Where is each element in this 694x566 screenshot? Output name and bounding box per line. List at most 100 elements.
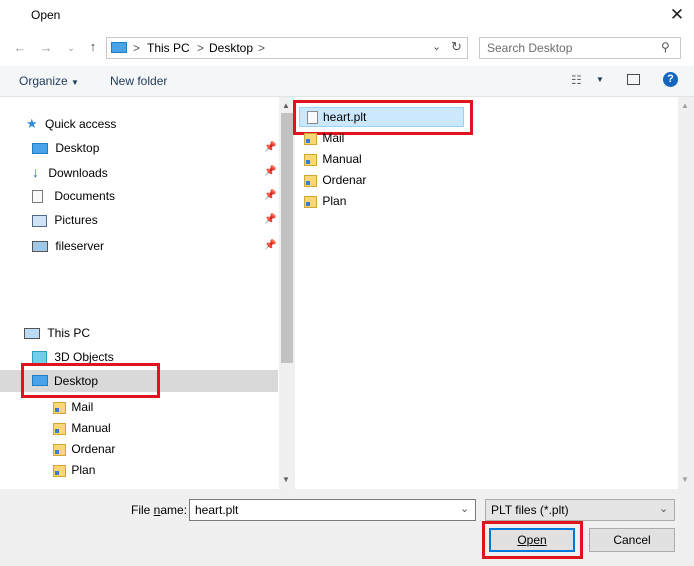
folder-icon <box>53 464 66 477</box>
tree-item-label: Ordenar <box>71 442 116 456</box>
tree-item-mail[interactable]: Mail <box>53 396 93 418</box>
sidebar-item-desktop[interactable]: Desktop 📌 <box>32 137 278 159</box>
view-dropdown-icon[interactable]: ▼ <box>596 75 604 84</box>
scroll-up-icon[interactable]: ▲ <box>681 101 689 110</box>
help-icon[interactable]: ? <box>663 72 678 87</box>
recent-locations-chevron-icon[interactable]: ⌄ <box>63 39 79 57</box>
search-input[interactable]: Search Desktop <box>487 41 572 55</box>
tree-item-label: Plan <box>71 463 96 477</box>
dialog-footer: File name: heart.plt ⌄ PLT files (*.plt)… <box>0 489 694 566</box>
scroll-up-icon[interactable]: ▲ <box>282 101 290 110</box>
this-pc-icon <box>111 42 127 53</box>
up-arrow-icon[interactable]: ↑ <box>85 38 101 56</box>
pin-icon[interactable]: 📌 <box>264 137 276 159</box>
tree-item-label: Manual <box>71 421 111 435</box>
pin-icon[interactable]: 📌 <box>264 209 276 231</box>
documents-icon <box>32 190 43 204</box>
scrollbar-thumb[interactable] <box>281 113 293 363</box>
file-name-label-suffix: ame: <box>160 503 188 517</box>
file-item-manual[interactable]: Manual <box>304 148 362 170</box>
sidebar-item-pictures[interactable]: Pictures 📌 <box>32 209 278 231</box>
file-list-scrollbar[interactable]: ▲ ▼ <box>678 97 694 489</box>
tree-item-manual[interactable]: Manual <box>53 417 111 439</box>
star-icon: ★ <box>26 116 38 131</box>
breadcrumb-this-pc[interactable]: This PC <box>147 41 190 55</box>
this-pc-icon <box>24 328 40 340</box>
navigation-scrollbar[interactable]: ▲ ▼ <box>279 97 295 489</box>
highlight-box-open <box>482 521 583 559</box>
window-title: Open <box>31 8 61 22</box>
file-type-dropdown-icon[interactable]: ⌄ <box>659 502 668 515</box>
network-drive-icon <box>32 241 48 253</box>
tree-item-plan[interactable]: Plan <box>53 459 95 481</box>
address-dropdown-icon[interactable]: ⌄ <box>432 40 441 53</box>
organize-button[interactable]: Organize ▼ <box>19 74 79 88</box>
sidebar-item-label: This PC <box>47 326 91 340</box>
scroll-down-icon[interactable]: ▼ <box>681 475 689 484</box>
download-icon: ↓ <box>32 164 39 180</box>
file-name-dropdown-icon[interactable]: ⌄ <box>460 502 469 515</box>
chevron-down-icon: ▼ <box>71 78 79 87</box>
sidebar-item-label: Downloads <box>48 166 108 180</box>
pictures-icon <box>32 214 47 227</box>
sidebar-item-label: Documents <box>54 189 116 203</box>
tree-item-ordenar[interactable]: Ordenar <box>53 438 115 460</box>
sidebar-item-downloads[interactable]: ↓ Downloads 📌 <box>32 161 278 183</box>
new-folder-button[interactable]: New folder <box>110 74 167 88</box>
sidebar-item-label: fileserver <box>55 239 105 253</box>
breadcrumb-separator: > <box>197 41 205 55</box>
view-options-icon[interactable]: ☷ <box>571 73 582 87</box>
file-list: heart.plt Mail Manual Ordenar Plan <box>293 97 678 489</box>
organize-label: Organize <box>19 74 68 88</box>
folder-icon <box>53 401 66 414</box>
sidebar-item-documents[interactable]: Documents 📌 <box>32 185 278 207</box>
pin-icon[interactable]: 📌 <box>264 161 276 183</box>
file-name-input[interactable]: heart.plt ⌄ <box>189 499 476 521</box>
back-arrow-icon[interactable]: ← <box>12 39 28 57</box>
breadcrumb-desktop[interactable]: Desktop <box>209 41 253 55</box>
sidebar-item-label: Pictures <box>54 213 98 227</box>
file-name-label-prefix: File <box>131 503 154 517</box>
sidebar-item-fileserver[interactable]: fileserver 📌 <box>32 235 278 257</box>
sidebar-item-this-pc[interactable]: This PC <box>24 322 90 344</box>
highlight-box-desktop <box>21 363 160 398</box>
tree-item-label: Mail <box>71 400 94 414</box>
close-icon[interactable]: ✕ <box>666 4 688 26</box>
file-type-select[interactable]: PLT files (*.plt) ⌄ <box>485 499 675 521</box>
file-item-plan[interactable]: Plan <box>304 190 346 212</box>
desktop-icon <box>32 143 48 155</box>
pin-icon[interactable]: 📌 <box>264 235 276 257</box>
file-type-value: PLT files (*.plt) <box>491 503 569 517</box>
file-name-label: File name: <box>131 503 187 517</box>
sidebar-item-label: 3D Objects <box>54 350 114 364</box>
folder-icon <box>304 174 317 187</box>
folder-icon <box>53 422 66 435</box>
file-item-mail[interactable]: Mail <box>304 127 344 149</box>
file-name: Ordenar <box>322 173 367 187</box>
quick-access-item[interactable]: ★ Quick access <box>26 113 116 135</box>
breadcrumb-separator: > <box>258 41 266 55</box>
title-bar: Open ✕ <box>0 0 694 31</box>
preview-pane-icon[interactable] <box>627 74 640 85</box>
file-name: Manual <box>322 152 362 166</box>
cancel-button[interactable]: Cancel <box>589 528 675 552</box>
command-bar: Organize ▼ New folder ☷ ▼ ? <box>0 66 694 97</box>
folder-icon <box>304 153 317 166</box>
file-name-value: heart.plt <box>195 503 239 517</box>
sidebar-item-label: Desktop <box>55 141 100 155</box>
scroll-down-icon[interactable]: ▼ <box>282 475 290 484</box>
refresh-icon[interactable]: ↻ <box>451 39 462 55</box>
folder-icon <box>304 195 317 208</box>
file-name: Mail <box>322 131 345 145</box>
navigation-pane: ★ Quick access Desktop 📌 ↓ Downloads 📌 D… <box>0 97 278 489</box>
forward-arrow-icon[interactable]: → <box>38 39 54 57</box>
address-bar[interactable]: > This PC > Desktop > ⌄ ↻ <box>106 37 468 59</box>
quick-access-label: Quick access <box>45 117 117 131</box>
pin-icon[interactable]: 📌 <box>264 185 276 207</box>
file-name: Plan <box>322 194 347 208</box>
folder-icon <box>304 132 317 145</box>
breadcrumb-separator: > <box>133 41 141 55</box>
search-icon[interactable]: ⚲ <box>661 40 670 54</box>
file-item-ordenar[interactable]: Ordenar <box>304 169 366 191</box>
search-box[interactable]: Search Desktop ⚲ <box>479 37 681 59</box>
